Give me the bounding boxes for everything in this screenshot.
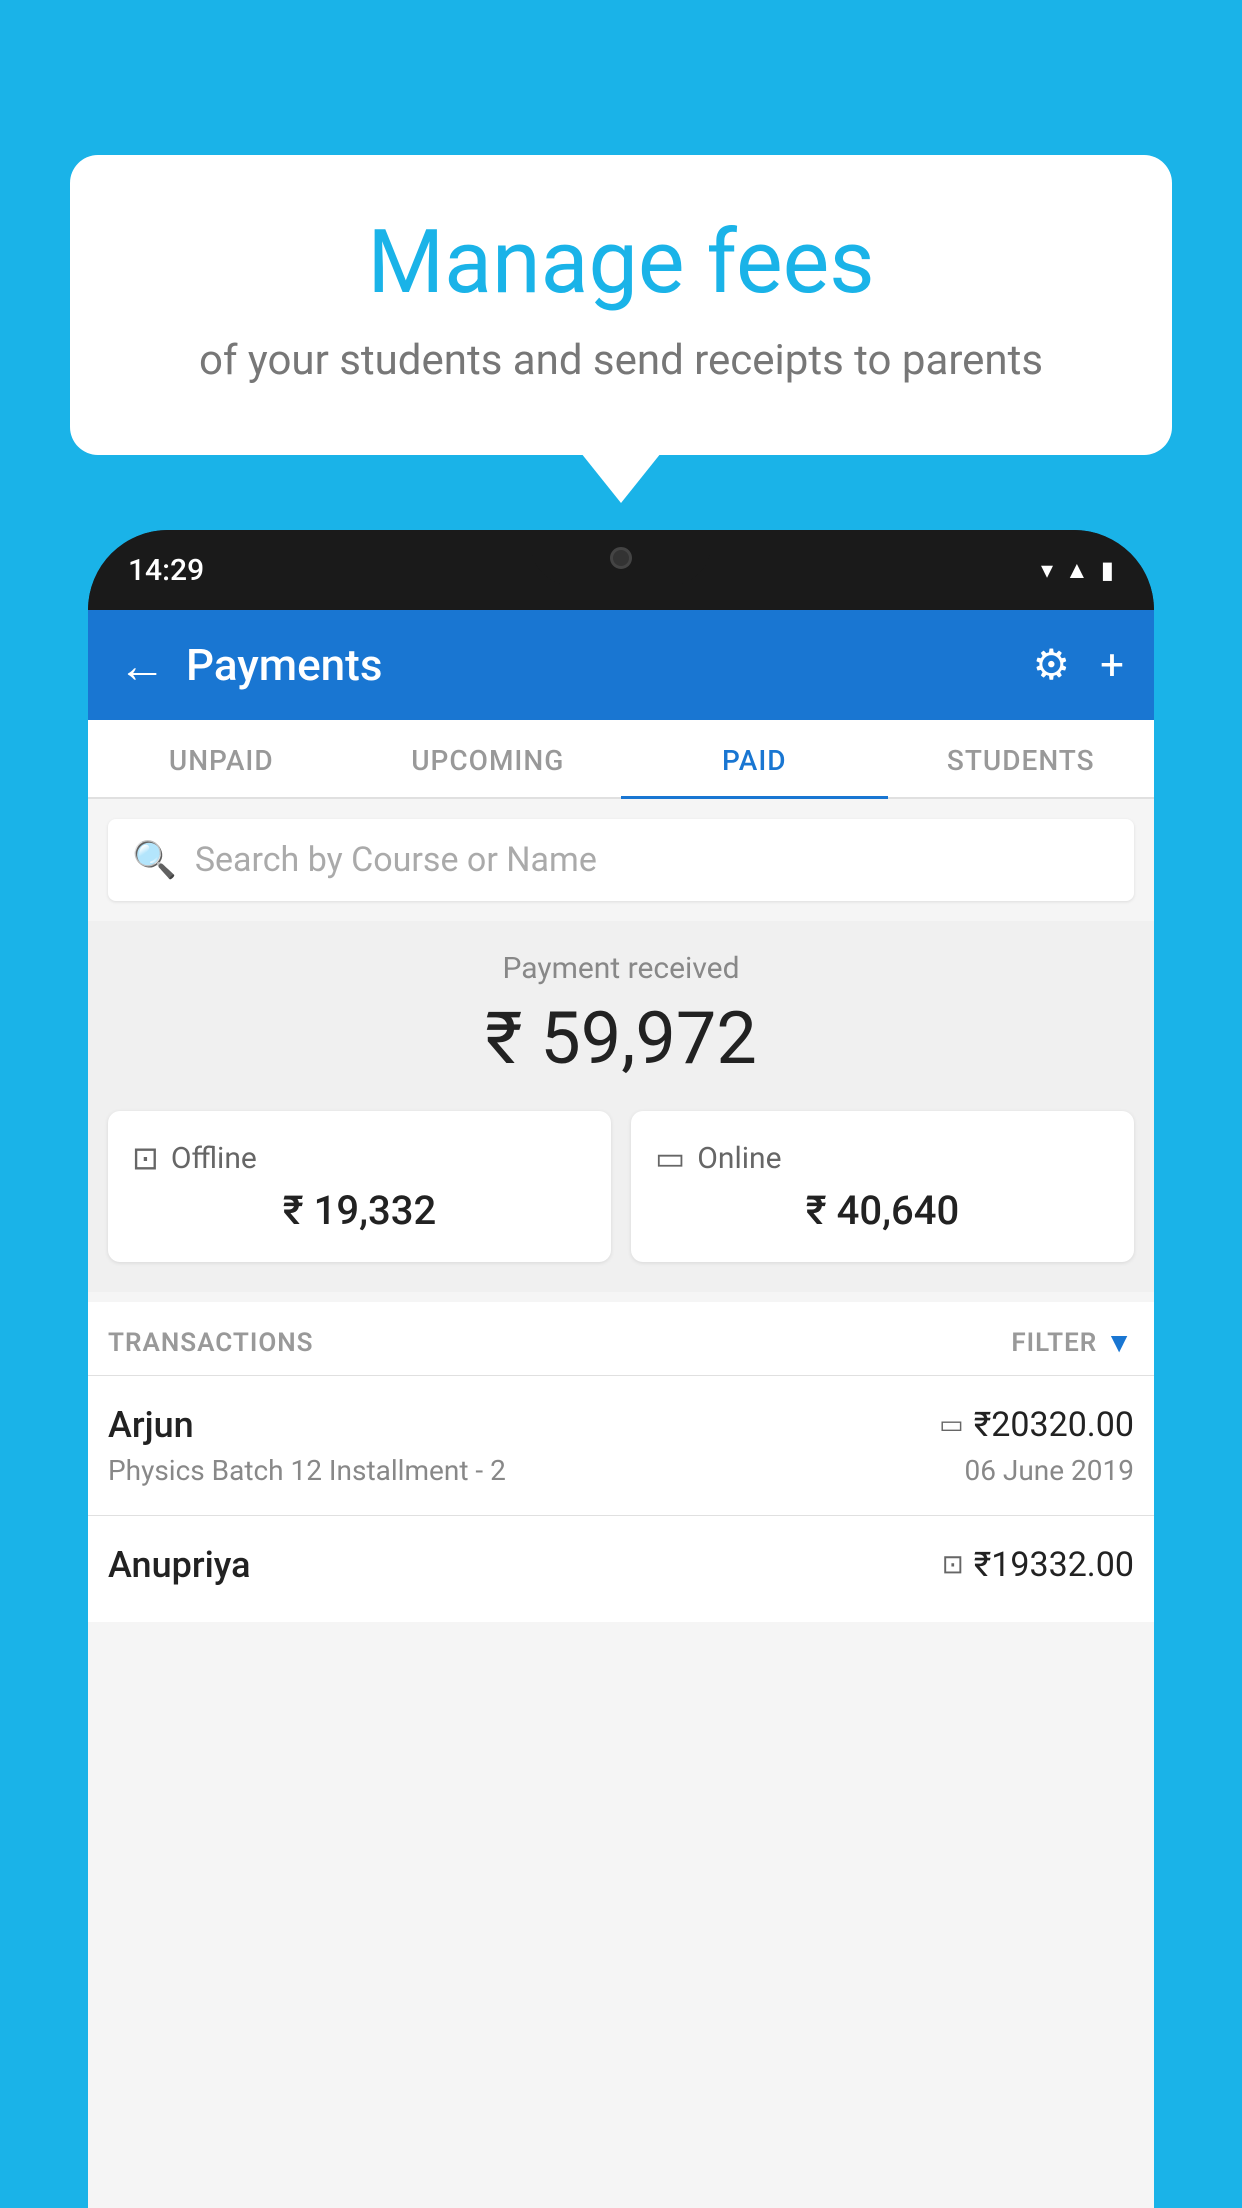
transaction-date: 06 June 2019 bbox=[964, 1454, 1134, 1487]
settings-button[interactable]: ⚙ bbox=[1033, 640, 1071, 690]
transaction-bottom: Physics Batch 12 Installment - 2 06 June… bbox=[108, 1454, 1134, 1487]
offline-icon: ⊡ bbox=[132, 1139, 159, 1177]
online-label: Online bbox=[697, 1141, 781, 1176]
phone-frame: 14:29 ▾ ▲ ▮ ← Payments ⚙ + UNPAID UPCOMI… bbox=[88, 530, 1154, 2208]
payment-summary: Payment received ₹ 59,972 ⊡ Offline ₹ 19… bbox=[88, 921, 1154, 1292]
transaction-amount-2: ₹19332.00 bbox=[974, 1545, 1134, 1585]
status-time: 14:29 bbox=[128, 553, 204, 588]
status-bar: 14:29 ▾ ▲ ▮ bbox=[88, 530, 1154, 610]
search-icon: 🔍 bbox=[132, 839, 177, 881]
back-button[interactable]: ← bbox=[118, 637, 166, 694]
payment-cards: ⊡ Offline ₹ 19,332 ▭ Online ₹ 40,640 bbox=[108, 1111, 1134, 1262]
app-bar: ← Payments ⚙ + bbox=[88, 610, 1154, 720]
tab-unpaid[interactable]: UNPAID bbox=[88, 720, 355, 797]
transaction-amount-wrap: ▭ ₹20320.00 bbox=[939, 1405, 1134, 1445]
battery-icon: ▮ bbox=[1101, 556, 1114, 584]
offline-card-header: ⊡ Offline bbox=[132, 1139, 587, 1177]
tab-upcoming[interactable]: UPCOMING bbox=[355, 720, 622, 797]
filter-icon: ▼ bbox=[1105, 1326, 1134, 1359]
online-card: ▭ Online ₹ 40,640 bbox=[631, 1111, 1134, 1262]
online-amount: ₹ 40,640 bbox=[655, 1187, 1110, 1234]
offline-label: Offline bbox=[171, 1141, 257, 1176]
tabs-container: UNPAID UPCOMING PAID STUDENTS bbox=[88, 720, 1154, 799]
bubble-subtitle: of your students and send receipts to pa… bbox=[140, 336, 1102, 385]
transaction-top: Arjun ▭ ₹20320.00 bbox=[108, 1404, 1134, 1446]
wifi-icon: ▾ bbox=[1041, 556, 1053, 584]
app-bar-title: Payments bbox=[186, 639, 1033, 691]
payment-total-amount: ₹ 59,972 bbox=[108, 996, 1134, 1081]
transactions-label: TRANSACTIONS bbox=[108, 1328, 314, 1358]
transaction-row[interactable]: Anupriya ⊡ ₹19332.00 bbox=[88, 1515, 1154, 1622]
card-payment-icon: ▭ bbox=[939, 1410, 964, 1440]
transaction-top-2: Anupriya ⊡ ₹19332.00 bbox=[108, 1544, 1134, 1586]
app-bar-actions: ⚙ + bbox=[1033, 640, 1125, 690]
app-screen: ← Payments ⚙ + UNPAID UPCOMING PAID STUD… bbox=[88, 610, 1154, 2208]
offline-amount: ₹ 19,332 bbox=[132, 1187, 587, 1234]
transaction-name-2: Anupriya bbox=[108, 1544, 251, 1586]
offline-payment-icon: ⊡ bbox=[942, 1550, 964, 1580]
transaction-row[interactable]: Arjun ▭ ₹20320.00 Physics Batch 12 Insta… bbox=[88, 1375, 1154, 1515]
transaction-name: Arjun bbox=[108, 1404, 194, 1446]
transaction-amount: ₹20320.00 bbox=[974, 1405, 1134, 1445]
phone-camera bbox=[610, 547, 632, 569]
status-icons: ▾ ▲ ▮ bbox=[1041, 556, 1114, 585]
transactions-header: TRANSACTIONS FILTER ▼ bbox=[88, 1302, 1154, 1375]
phone-notch bbox=[531, 530, 711, 585]
filter-button[interactable]: FILTER ▼ bbox=[1011, 1326, 1134, 1359]
tab-paid[interactable]: PAID bbox=[621, 720, 888, 797]
speech-bubble-container: Manage fees of your students and send re… bbox=[70, 155, 1172, 455]
payment-received-label: Payment received bbox=[108, 951, 1134, 986]
transaction-detail: Physics Batch 12 Installment - 2 bbox=[108, 1454, 506, 1487]
add-button[interactable]: + bbox=[1100, 641, 1124, 690]
offline-card: ⊡ Offline ₹ 19,332 bbox=[108, 1111, 611, 1262]
online-icon: ▭ bbox=[655, 1139, 685, 1177]
search-placeholder: Search by Course or Name bbox=[195, 840, 597, 880]
filter-text: FILTER bbox=[1011, 1328, 1097, 1358]
tab-students[interactable]: STUDENTS bbox=[888, 720, 1155, 797]
transaction-amount-wrap-2: ⊡ ₹19332.00 bbox=[942, 1545, 1134, 1585]
speech-bubble: Manage fees of your students and send re… bbox=[70, 155, 1172, 455]
bubble-title: Manage fees bbox=[140, 215, 1102, 312]
search-bar[interactable]: 🔍 Search by Course or Name bbox=[108, 819, 1134, 901]
signal-icon: ▲ bbox=[1065, 556, 1089, 585]
online-card-header: ▭ Online bbox=[655, 1139, 1110, 1177]
